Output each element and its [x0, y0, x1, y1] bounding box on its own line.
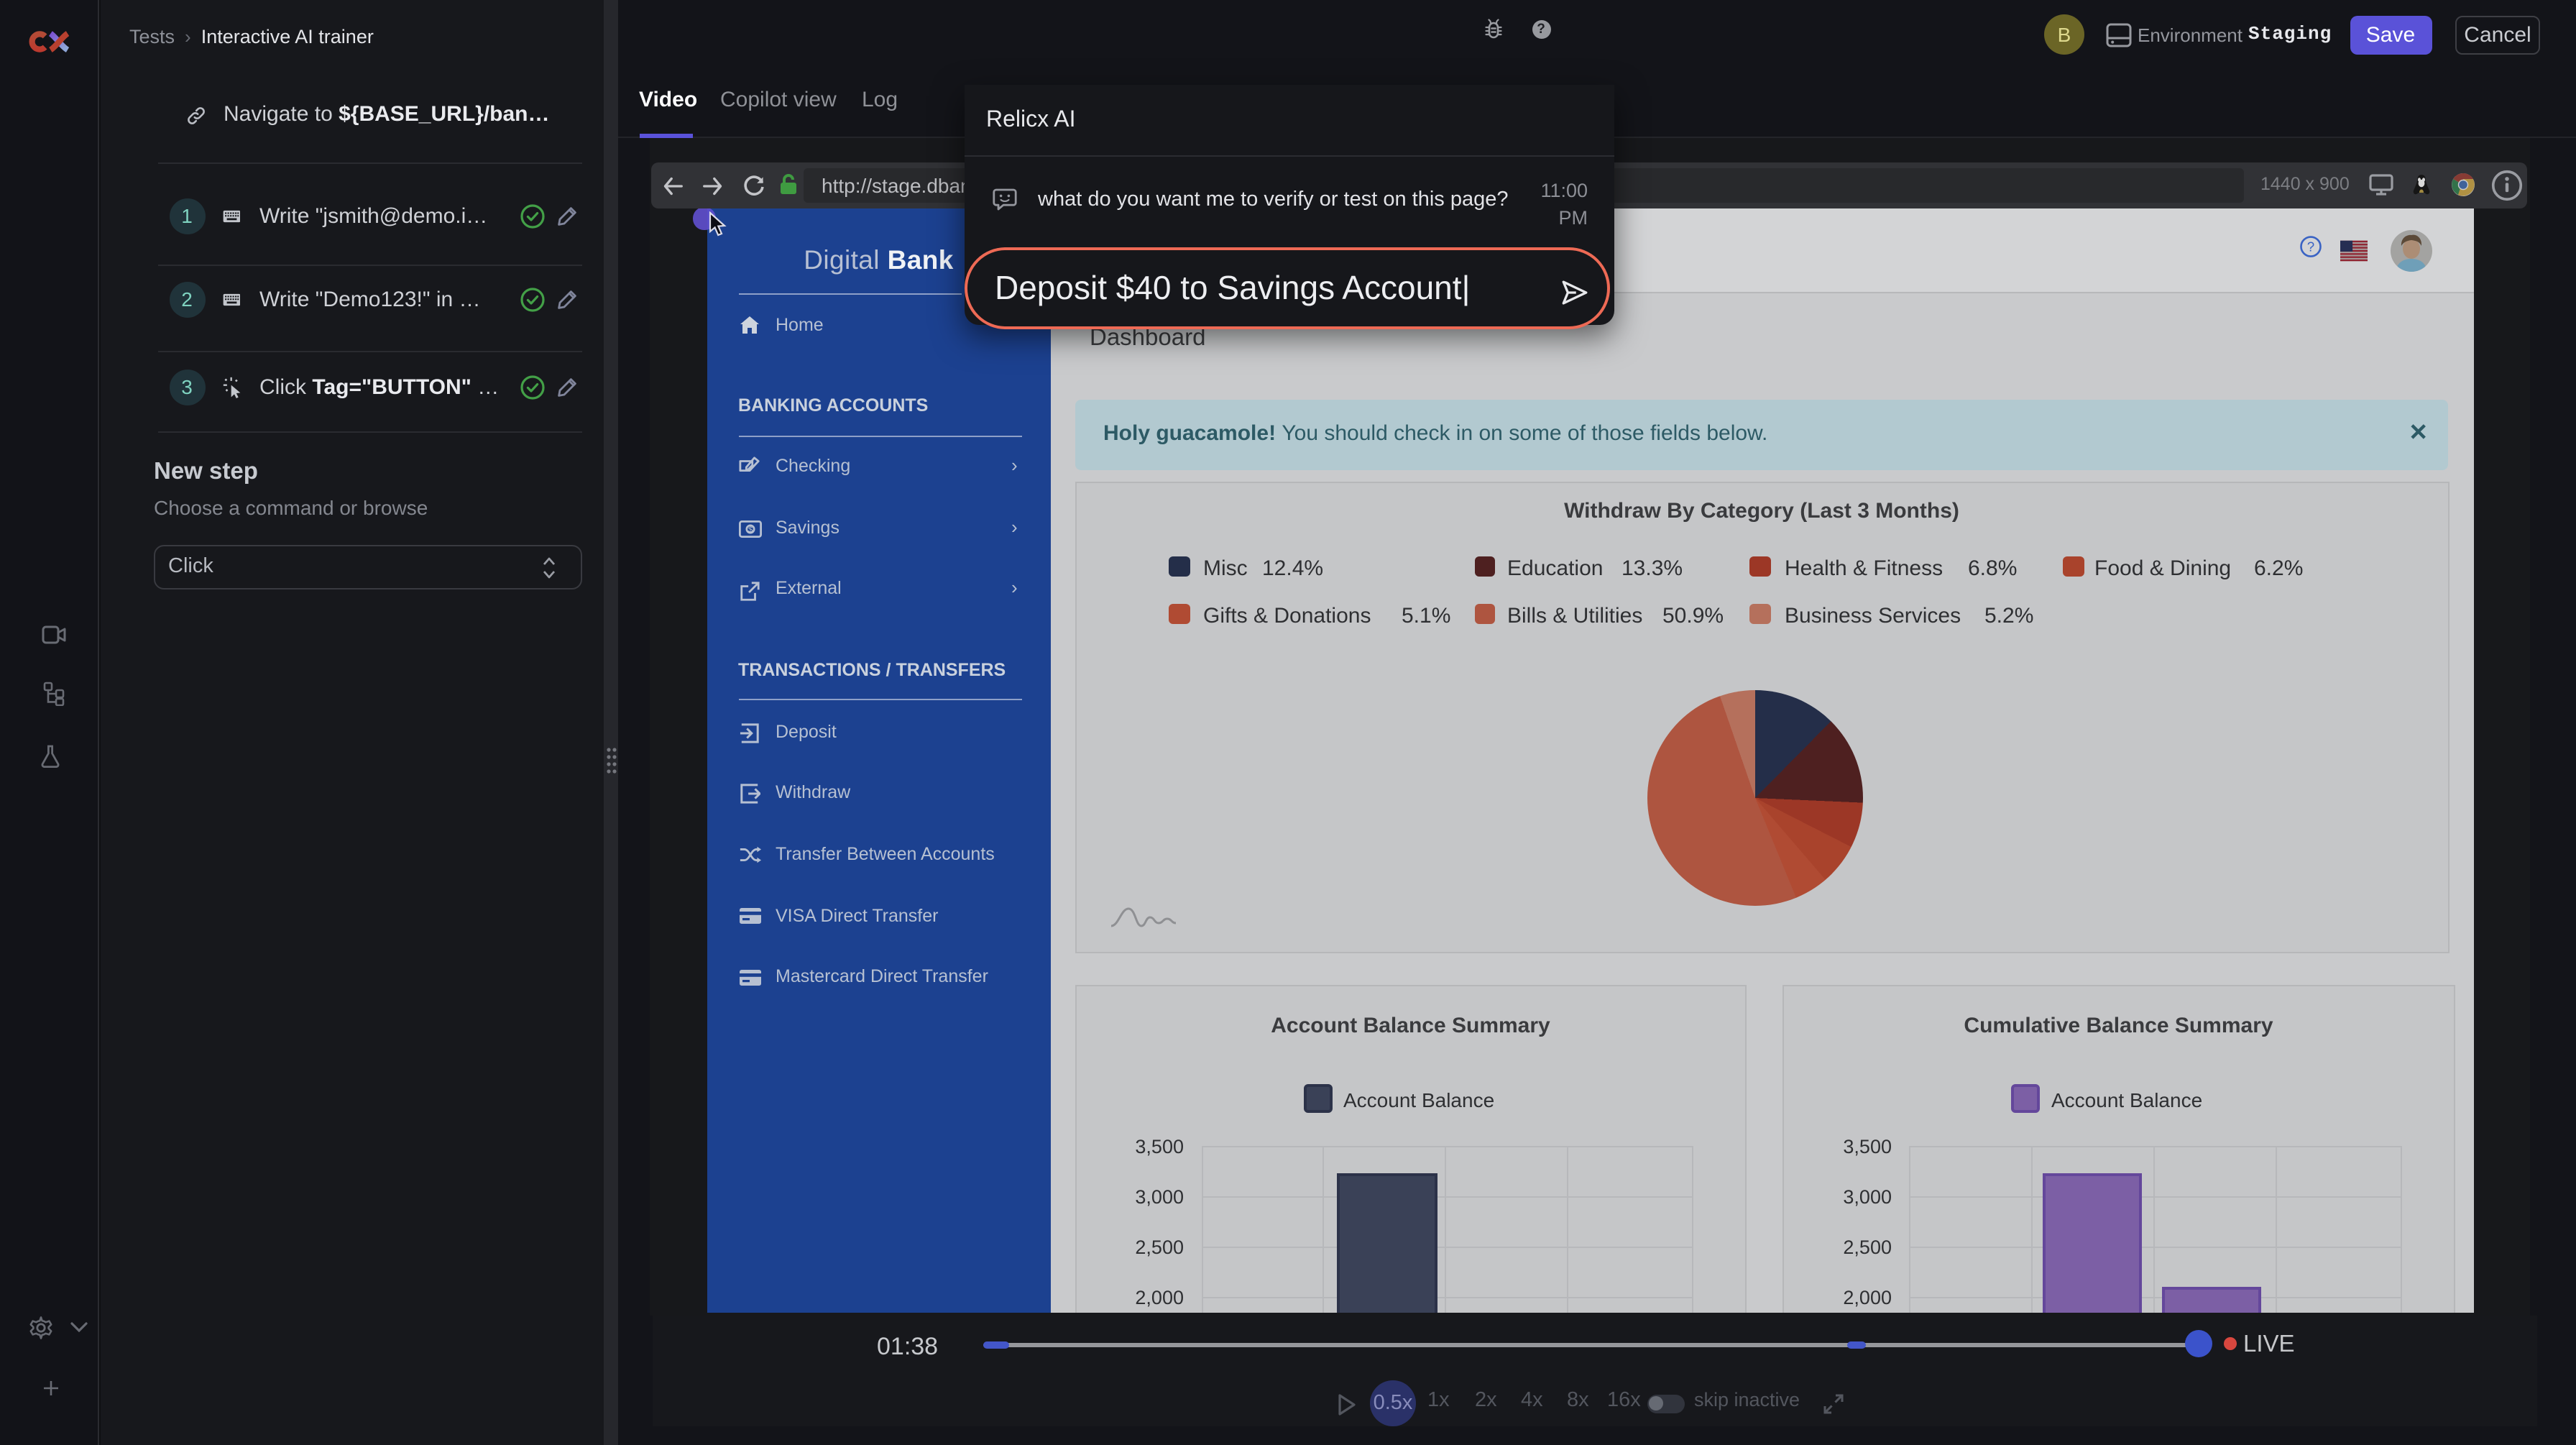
svg-text:?: ?	[2307, 238, 2314, 253]
svg-text:$: $	[748, 525, 752, 533]
